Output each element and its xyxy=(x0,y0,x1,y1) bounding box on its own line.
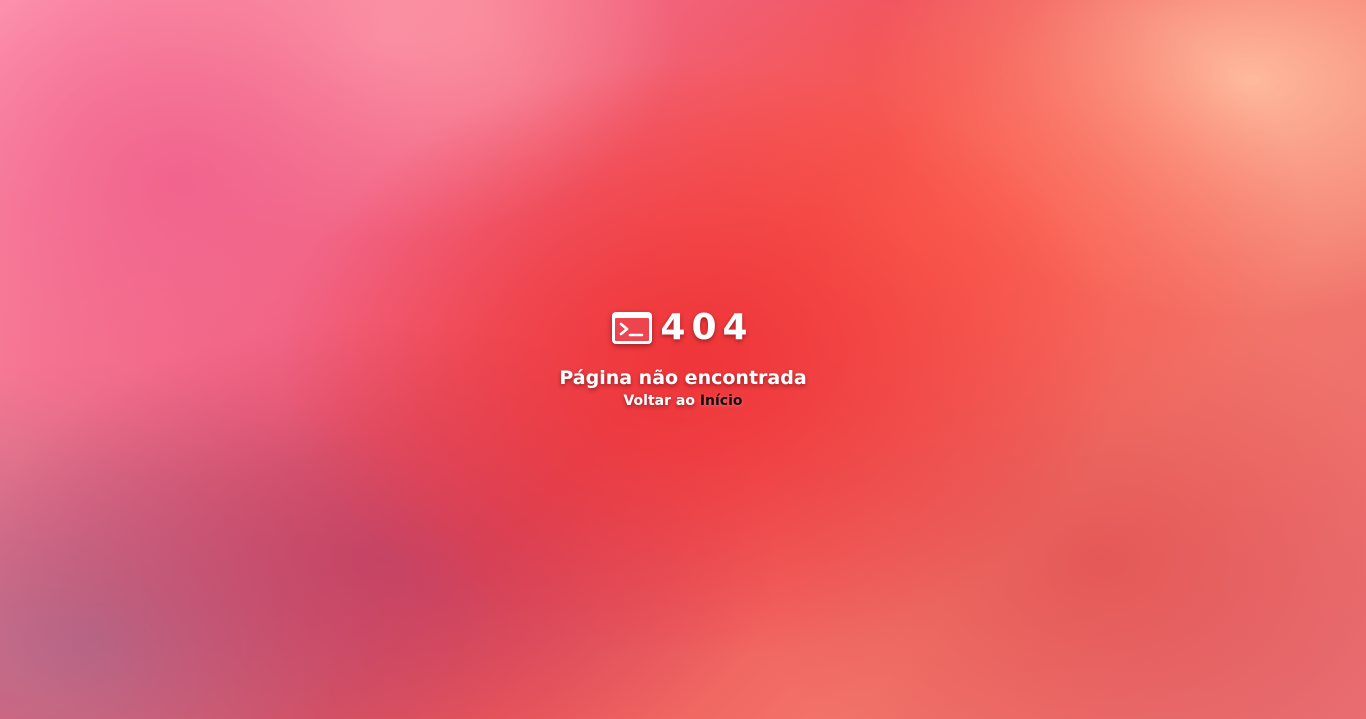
back-home-line: Voltar ao Início xyxy=(0,391,1366,411)
back-prefix-text: Voltar ao xyxy=(623,393,695,409)
error-code-row: 404 xyxy=(0,306,1366,350)
error-panel: 404 Página não encontrada Voltar ao Iníc… xyxy=(0,306,1366,411)
terminal-icon xyxy=(612,312,653,344)
error-message: Página não encontrada xyxy=(559,367,807,389)
home-link[interactable]: Início xyxy=(700,393,743,409)
page-background: { "error": { "icon": "terminal-icon", "c… xyxy=(0,0,1366,719)
error-code: 404 xyxy=(660,307,754,348)
